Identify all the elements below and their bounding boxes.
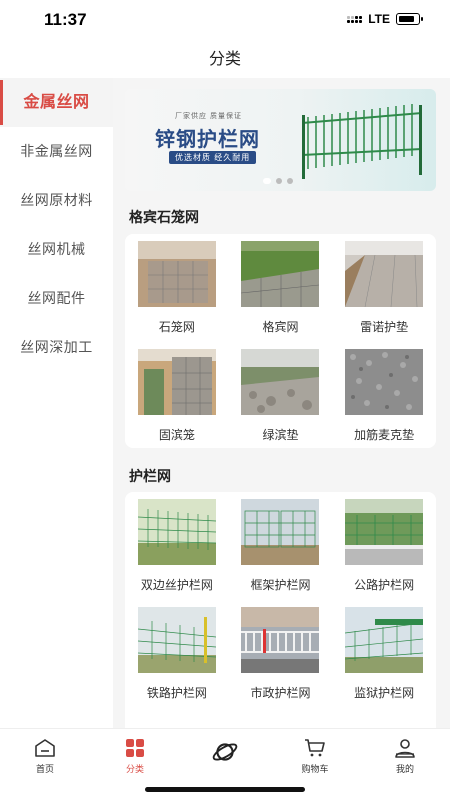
tab-home[interactable]: 首页 (0, 729, 90, 778)
signal-icon (347, 15, 363, 23)
tab-label: 分类 (125, 764, 144, 774)
banner-subtitle: 厂家供应 质量保证 (175, 113, 242, 120)
category-content: 厂家供应 质量保证 锌钢护栏网 优选材质 经久耐用 格宾石笼网 石笼网 格宾网 … (113, 78, 450, 728)
fence-photo (137, 607, 216, 673)
promo-banner[interactable]: 厂家供应 质量保证 锌钢护栏网 优选材质 经久耐用 (125, 89, 436, 191)
category-icon (126, 739, 144, 757)
banner-pagination (263, 178, 293, 184)
status-indicators: LTE (347, 12, 423, 26)
railing-photo (241, 607, 320, 673)
category-sidebar: 金属丝网 非金属丝网 丝网原材料 丝网机械 丝网配件 丝网深加工 (0, 78, 113, 728)
user-icon (395, 739, 415, 758)
home-indicator[interactable] (145, 787, 305, 792)
tab-label: 购物车 (301, 764, 329, 774)
product-label: 绿滨垫 (262, 428, 299, 442)
product-label: 格宾网 (262, 320, 299, 334)
product-item-frame-fence[interactable]: 框架护栏网 (229, 492, 333, 600)
network-label: LTE (368, 12, 390, 26)
sidebar-item-deep-processing[interactable]: 丝网深加工 (0, 323, 113, 372)
sidebar-item-label: 丝网机械 (27, 241, 86, 257)
fence-photo (137, 499, 216, 565)
section-card-gabion: 石笼网 格宾网 雷诺护垫 固滨笼 绿滨垫 加筋麦克垫 (125, 234, 436, 448)
tab-profile[interactable]: 我的 (360, 729, 450, 778)
section-title-gabion: 格宾石笼网 (129, 209, 199, 225)
banner-dot[interactable] (287, 178, 293, 184)
product-item-reno-mattress[interactable]: 雷诺护垫 (332, 234, 436, 342)
product-label: 加筋麦克垫 (354, 428, 415, 442)
sidebar-item-nonmetal-mesh[interactable]: 非金属丝网 (0, 127, 113, 176)
fence-panel-icon (302, 104, 422, 179)
product-item-municipal-fence[interactable]: 市政护栏网 (229, 600, 333, 708)
product-item-gabion[interactable]: 石笼网 (125, 234, 229, 342)
mesh-mat-photo (345, 349, 424, 415)
tab-cart[interactable]: 购物车 (270, 729, 360, 778)
product-item-green-mattress[interactable]: 绿滨垫 (229, 342, 333, 450)
tab-discover[interactable] (180, 729, 270, 778)
sidebar-item-label: 金属丝网 (23, 94, 90, 111)
page-title: 分类 (208, 51, 241, 68)
product-label: 监狱护栏网 (354, 686, 415, 700)
product-item-reinforced-mat[interactable]: 加筋麦克垫 (332, 342, 436, 450)
product-item-gabion-cage[interactable]: 固滨笼 (125, 342, 229, 450)
product-label: 石笼网 (158, 320, 195, 334)
bottom-tab-bar: 首页 分类 购物车 我的 (0, 728, 450, 778)
product-label: 双边丝护栏网 (140, 578, 213, 592)
status-bar: 11:37 LTE (0, 0, 450, 40)
banner-title: 锌钢护栏网 (155, 129, 260, 151)
sidebar-item-label: 非金属丝网 (20, 143, 93, 159)
reno-mattress-photo (345, 241, 424, 307)
green-mattress-photo (241, 349, 320, 415)
battery-icon (396, 13, 423, 25)
gabion-photo (137, 241, 216, 307)
section-card-fence: 双边丝护栏网 框架护栏网 公路护栏网 铁路护栏网 市政护栏网 监狱护栏网 (125, 492, 436, 728)
app-screen: 11:37 LTE 分类 金属丝网 非金属丝网 丝网原材料 丝网机械 丝网配件 … (0, 0, 450, 800)
sidebar-item-label: 丝网原材料 (20, 192, 93, 208)
fence-photo (241, 499, 320, 565)
product-label: 框架护栏网 (250, 578, 311, 592)
product-label: 雷诺护垫 (360, 320, 409, 334)
tab-label: 首页 (35, 764, 54, 774)
product-item-gabion-mesh[interactable]: 格宾网 (229, 234, 333, 342)
planet-icon (212, 743, 238, 761)
product-item-railway-fence[interactable]: 铁路护栏网 (125, 600, 229, 708)
sidebar-item-metal-mesh[interactable]: 金属丝网 (0, 78, 113, 127)
product-item-highway-fence[interactable]: 公路护栏网 (332, 492, 436, 600)
home-icon (35, 739, 55, 757)
banner-dot[interactable] (263, 178, 271, 184)
gabion-wall-photo (137, 349, 216, 415)
product-item-double-wire-fence[interactable]: 双边丝护栏网 (125, 492, 229, 600)
sidebar-item-label: 丝网配件 (27, 290, 86, 306)
product-label: 公路护栏网 (354, 578, 415, 592)
section-title-fence: 护栏网 (129, 468, 171, 484)
tab-category[interactable]: 分类 (90, 729, 180, 778)
product-label: 固滨笼 (158, 428, 195, 442)
banner-tagline: 优选材质 经久耐用 (169, 151, 257, 164)
tab-label: 我的 (395, 764, 414, 774)
sidebar-item-machinery[interactable]: 丝网机械 (0, 225, 113, 274)
fence-photo (345, 499, 424, 565)
banner-dot[interactable] (276, 178, 282, 184)
sidebar-item-raw-materials[interactable]: 丝网原材料 (0, 176, 113, 225)
status-time: 11:37 (44, 10, 87, 29)
sidebar-item-accessories[interactable]: 丝网配件 (0, 274, 113, 323)
sidebar-item-label: 丝网深加工 (20, 339, 93, 355)
product-item-prison-fence[interactable]: 监狱护栏网 (332, 600, 436, 708)
gabion-slope-photo (241, 241, 320, 307)
product-label: 市政护栏网 (250, 686, 311, 700)
product-label: 铁路护栏网 (146, 686, 207, 700)
fence-photo (345, 607, 424, 673)
cart-icon (305, 739, 325, 757)
